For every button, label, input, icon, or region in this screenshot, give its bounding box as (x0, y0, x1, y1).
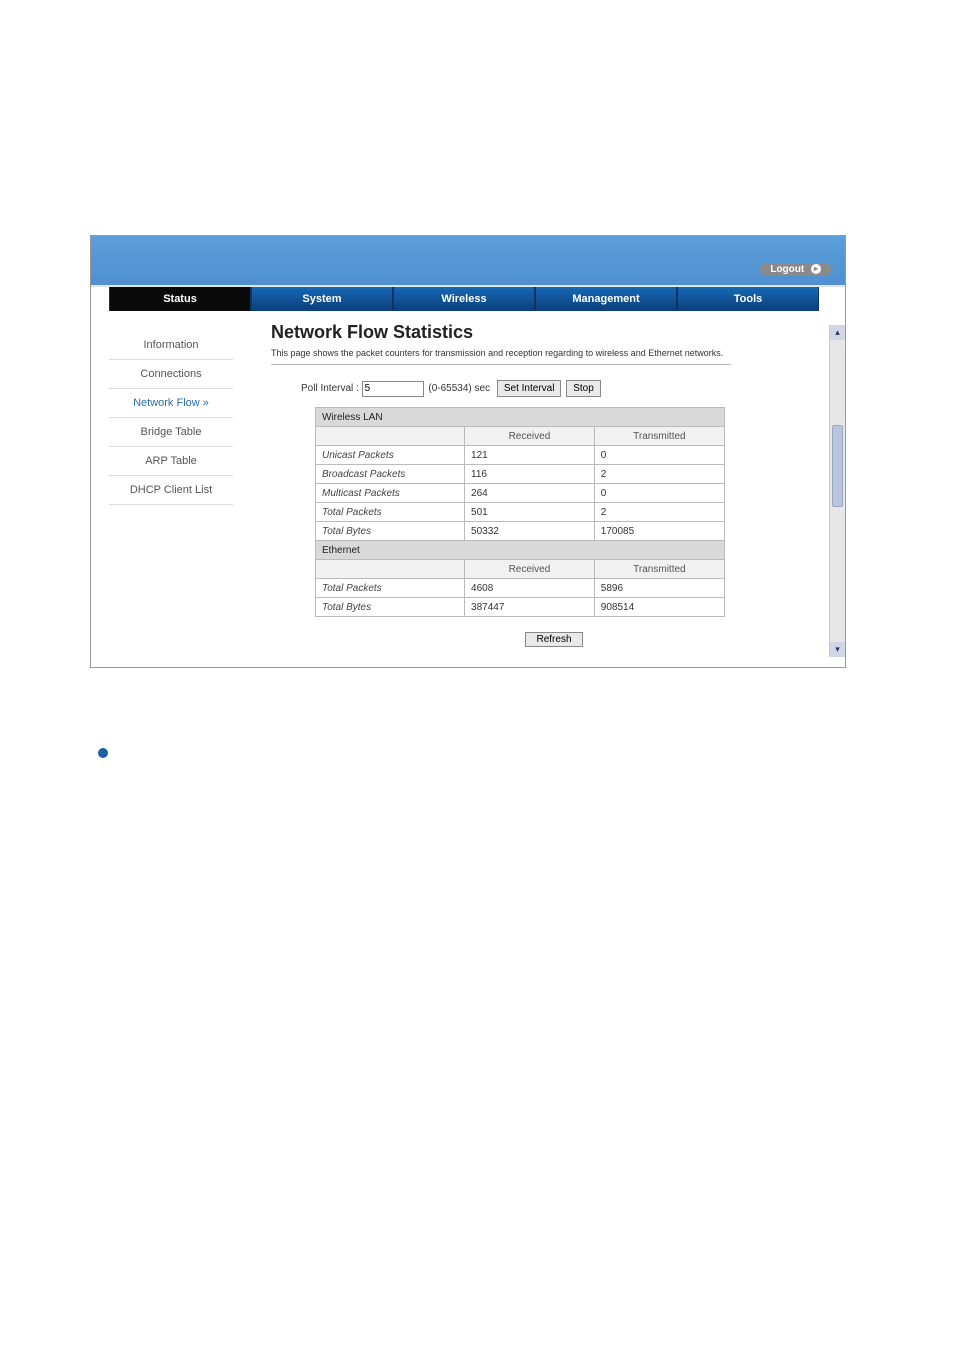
col-received: Received (465, 560, 595, 579)
tab-system-label: System (302, 293, 341, 305)
column-headers: Received Transmitted (316, 560, 725, 579)
tab-status-label: Status (163, 293, 197, 305)
tab-tools-label: Tools (734, 293, 763, 305)
tab-tools[interactable]: Tools (677, 287, 819, 311)
scroll-down-icon[interactable]: ▾ (830, 642, 845, 657)
scroll-thumb[interactable] (832, 425, 843, 507)
scroll-up-icon[interactable]: ▴ (830, 325, 845, 340)
sidebar-item-information[interactable]: Information (109, 331, 233, 360)
body-area: Information Connections Network Flow » B… (91, 311, 845, 657)
sidebar: Information Connections Network Flow » B… (91, 325, 251, 657)
section-head-wlan: Wireless LAN (316, 408, 725, 427)
top-nav: Status System Wireless Management Tools (91, 285, 845, 311)
sidebar-item-bridge-table[interactable]: Bridge Table (109, 418, 233, 447)
section-head-eth: Ethernet (316, 541, 725, 560)
poll-interval-range: (0-65534) sec (428, 383, 490, 394)
section-title-eth: Ethernet (316, 541, 725, 560)
table-row: Total Packets46085896 (316, 579, 725, 598)
table-row: Broadcast Packets1162 (316, 465, 725, 484)
sidebar-item-network-flow[interactable]: Network Flow » (109, 389, 233, 418)
poll-interval-input[interactable] (362, 381, 424, 397)
scrollbar[interactable]: ▴ ▾ (829, 325, 845, 657)
page-title: Network Flow Statistics (271, 322, 837, 343)
sidebar-item-label: DHCP Client List (130, 484, 212, 496)
sidebar-item-arp-table[interactable]: ARP Table (109, 447, 233, 476)
tab-wireless-label: Wireless (441, 293, 486, 305)
table-row: Total Bytes50332170085 (316, 522, 725, 541)
refresh-button[interactable]: Refresh (525, 632, 582, 647)
logout-bar: Logout ▸ (91, 256, 845, 285)
sidebar-item-label: ARP Table (145, 455, 197, 467)
sidebar-item-label: Network Flow » (133, 397, 209, 409)
stats-table: Wireless LAN Received Transmitted Unicas… (315, 407, 725, 617)
sidebar-item-dhcp-client-list[interactable]: DHCP Client List (109, 476, 233, 505)
content-wrap: Status System Wireless Management Tools … (91, 285, 845, 667)
logout-button[interactable]: Logout ▸ (760, 263, 831, 276)
col-transmitted: Transmitted (594, 560, 724, 579)
logout-arrow-icon: ▸ (811, 264, 821, 274)
tab-system[interactable]: System (251, 287, 393, 311)
column-headers: Received Transmitted (316, 427, 725, 446)
stop-button[interactable]: Stop (566, 380, 601, 397)
page-description: This page shows the packet counters for … (271, 348, 731, 365)
poll-interval-label: Poll Interval : (301, 383, 359, 394)
main-panel: Network Flow Statistics This page shows … (251, 325, 845, 657)
logout-label: Logout (770, 264, 804, 275)
tab-wireless[interactable]: Wireless (393, 287, 535, 311)
section-title-wlan: Wireless LAN (316, 408, 725, 427)
table-row: Total Packets5012 (316, 503, 725, 522)
poll-interval-row: Poll Interval : (0-65534) sec Set Interv… (271, 377, 837, 407)
set-interval-button[interactable]: Set Interval (497, 380, 562, 397)
col-received: Received (465, 427, 595, 446)
table-row: Multicast Packets2640 (316, 484, 725, 503)
table-row: Total Bytes387447908514 (316, 598, 725, 617)
table-row: Unicast Packets1210 (316, 446, 725, 465)
sidebar-item-connections[interactable]: Connections (109, 360, 233, 389)
refresh-row: Refresh (271, 629, 837, 647)
col-transmitted: Transmitted (594, 427, 724, 446)
sidebar-item-label: Bridge Table (141, 426, 202, 438)
sidebar-item-label: Connections (140, 368, 201, 380)
bullet-icon (98, 748, 108, 758)
tab-management[interactable]: Management (535, 287, 677, 311)
sidebar-item-label: Information (143, 339, 198, 351)
tab-management-label: Management (572, 293, 639, 305)
app-window: Logout ▸ Status System Wireless Manageme… (90, 235, 846, 668)
tab-status[interactable]: Status (109, 287, 251, 311)
